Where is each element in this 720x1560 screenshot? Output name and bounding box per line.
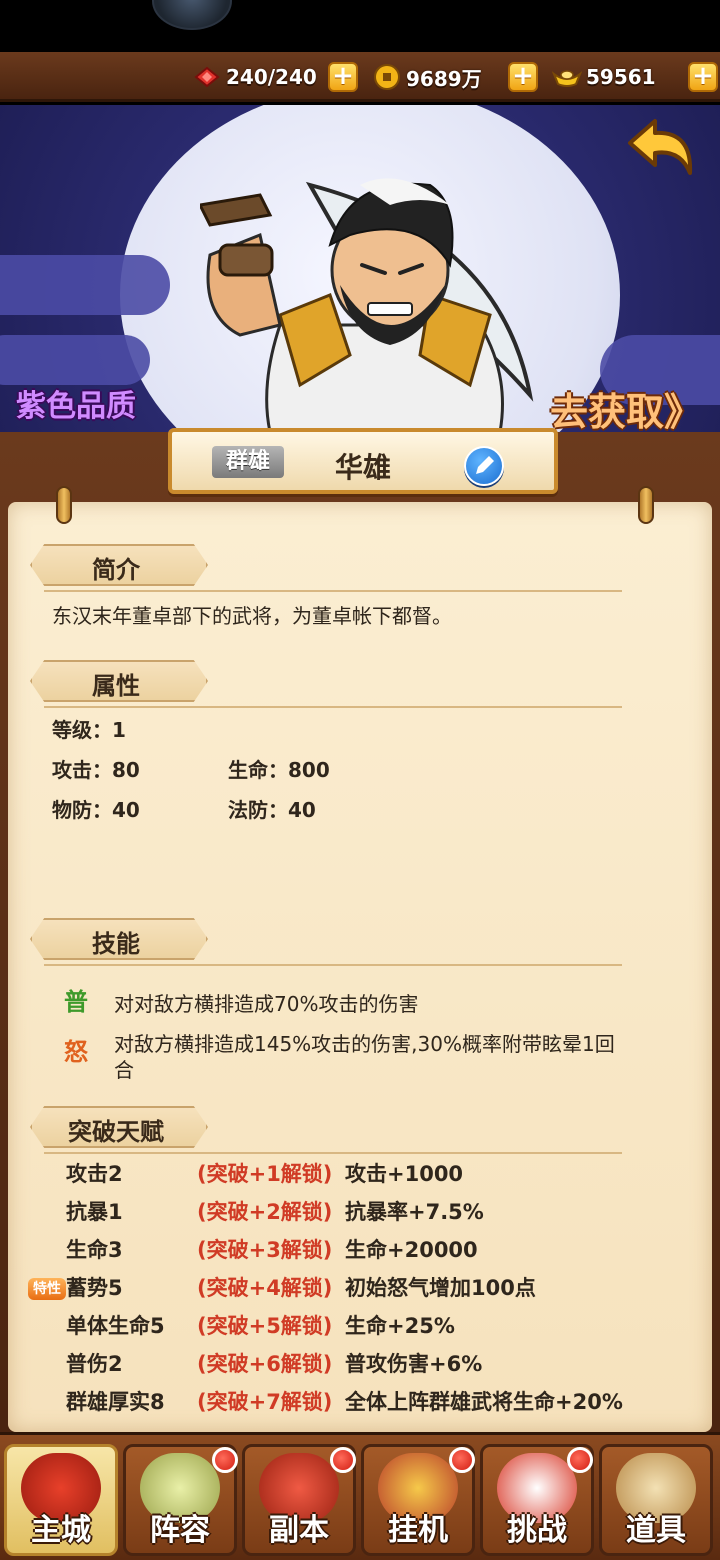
rage-skill-icon: 怒 — [64, 1038, 88, 1066]
section-attributes-header: 属性 — [30, 660, 208, 702]
attr-level: 等级：1 — [52, 718, 126, 742]
add-ingot-button[interactable]: + — [688, 62, 718, 92]
nav-items[interactable]: 道具 — [599, 1444, 713, 1556]
talent-row: 抗暴1 (突破+2解锁) 抗暴率+7.5% — [66, 1200, 484, 1224]
rage-skill-text-cont: 合 — [114, 1058, 134, 1082]
hero-banner: 紫色品质 去获取》 — [0, 105, 720, 432]
section-talents-header: 突破天赋 — [30, 1106, 208, 1148]
pencil-icon — [476, 456, 494, 474]
attr-pdef: 物防：40 — [52, 798, 140, 822]
section-skills-header: 技能 — [30, 918, 208, 960]
cloud-decoration — [0, 335, 150, 385]
talent-row: 生命3 (突破+3解锁) 生命+20000 — [66, 1238, 478, 1262]
divider — [44, 1152, 622, 1154]
resource-bar: 240/240 + 9689万 + 59561 + — [0, 52, 720, 102]
intro-text: 东汉末年董卓部下的武将，为董卓帐下都督。 — [52, 604, 452, 628]
talent-row: 群雄厚实8 (突破+7解锁) 全体上阵群雄武将生命+20% — [66, 1390, 623, 1414]
normal-skill-text: 对对敌方横排造成70%攻击的伤害 — [114, 992, 419, 1016]
hero-nameplate: 群雄 华雄 — [168, 428, 558, 494]
divider — [44, 706, 622, 708]
divider — [44, 590, 622, 592]
status-area — [0, 0, 720, 52]
talent-row: 普伤2 (突破+6解锁) 普攻伤害+6% — [66, 1352, 483, 1376]
normal-skill-icon: 普 — [64, 988, 88, 1016]
add-gold-button[interactable]: + — [508, 62, 538, 92]
scroll-pin — [56, 486, 72, 524]
add-stamina-button[interactable]: + — [328, 62, 358, 92]
avatar[interactable] — [152, 0, 232, 30]
ingot-icon — [552, 64, 582, 90]
talent-row: 单体生命5 (突破+5解锁) 生命+25% — [66, 1314, 455, 1338]
notification-dot — [567, 1447, 593, 1473]
scroll-pin — [638, 486, 654, 524]
section-intro-header: 简介 — [30, 544, 208, 586]
notification-dot — [449, 1447, 475, 1473]
attr-mdef: 法防：40 — [228, 798, 316, 822]
attr-attack: 攻击：80 — [52, 758, 140, 782]
heart-gem-icon — [192, 64, 222, 90]
stamina-counter: 240/240 — [192, 62, 317, 92]
rage-skill-text: 对敌方横排造成145%攻击的伤害,30%概率附带眩晕1回 — [114, 1032, 615, 1056]
obtain-link[interactable]: 去获取》 — [550, 381, 702, 432]
quality-label: 紫色品质 — [16, 389, 136, 424]
gold-counter: 9689万 — [372, 62, 482, 92]
attr-hp: 生命：800 — [228, 758, 330, 782]
edit-name-button[interactable] — [464, 446, 504, 486]
back-arrow-icon[interactable] — [620, 113, 700, 183]
divider — [44, 964, 622, 966]
hero-portrait — [200, 178, 534, 432]
talent-row: 蓄势5 (突破+4解锁) 初始怒气增加100点 — [66, 1276, 536, 1300]
trait-badge: 特性 — [28, 1278, 66, 1300]
ingot-counter: 59561 — [552, 62, 656, 92]
notification-dot — [330, 1447, 356, 1473]
nav-main-city[interactable]: 主城 — [4, 1444, 118, 1556]
notification-dot — [212, 1447, 238, 1473]
talent-row: 攻击2 (突破+1解锁) 攻击+1000 — [66, 1162, 464, 1186]
cloud-decoration — [0, 255, 170, 315]
coin-icon — [372, 64, 402, 90]
